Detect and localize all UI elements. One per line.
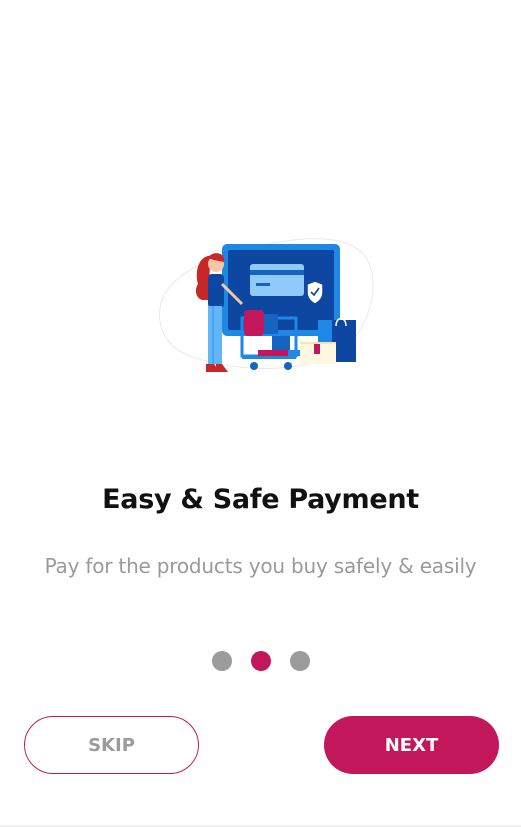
next-button-label: NEXT (384, 734, 439, 756)
onboarding-subtitle: Pay for the products you buy safely & ea… (44, 554, 477, 578)
pagination-dot-2-active[interactable] (250, 651, 271, 671)
payment-illustration-icon (150, 226, 376, 382)
pagination-dot-1[interactable] (211, 651, 232, 671)
skip-button[interactable]: SKIP (24, 716, 199, 774)
skip-button-label: SKIP (88, 734, 135, 756)
pagination-dots (0, 651, 521, 671)
onboarding-title: Easy & Safe Payment (102, 484, 419, 515)
next-button[interactable]: NEXT (324, 716, 499, 774)
pagination-dot-3[interactable] (289, 651, 310, 671)
